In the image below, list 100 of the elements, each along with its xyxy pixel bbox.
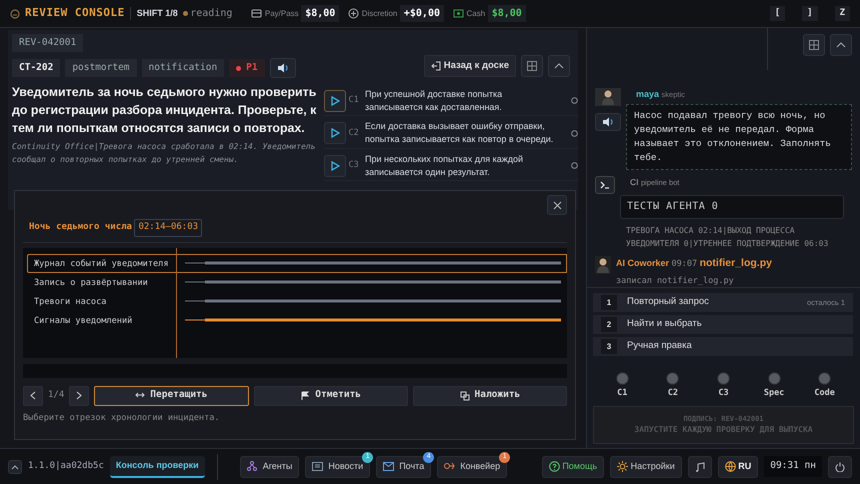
power-icon — [835, 462, 845, 472]
light-label: Code — [814, 387, 835, 400]
tool-button[interactable]: Наложить — [412, 386, 568, 406]
music-button[interactable] — [688, 456, 712, 478]
app-title: REVIEW CONSOLE — [25, 5, 125, 22]
author-name: AI Coworker — [616, 256, 670, 270]
chevron-right-icon — [76, 391, 82, 400]
play-icon — [330, 160, 340, 170]
check-text: При успешной доставке попытка записывается как доставленная. — [365, 88, 504, 114]
pipeline-icon — [444, 461, 456, 472]
key-hint[interactable]: Z — [834, 6, 850, 22]
tag: postmortem — [65, 59, 137, 78]
test-log: ТРЕВОГА НАСОСА 02:14|ВЫХОД ПРОЦЕССА УВЕДОМИТЕЛЯ 0|УТРЕННЕЕ ПОДТВЕРЖДЕНИЕ 06:03 — [625, 224, 830, 250]
light-label: C2 — [668, 387, 678, 400]
shift-label: SHIFT 1/8 — [130, 6, 178, 20]
status-text: reading — [190, 7, 232, 21]
clock-text: 09:31 пн — [764, 456, 822, 477]
speaker-icon — [276, 63, 289, 74]
author-name: CI — [630, 176, 638, 189]
message-bubble: Насос подавал тревогу всю ночь, но уведомитель её не передал. Форма называет это отклонением. Заполнять тебе. — [626, 104, 852, 170]
chevron-up-icon — [554, 63, 564, 69]
close-button[interactable] — [547, 195, 567, 215]
tag: notification — [142, 59, 224, 78]
layers-icon — [460, 390, 470, 400]
stat-value: $8,00 — [488, 5, 526, 22]
light-label: C1 — [617, 387, 628, 400]
file-link[interactable]: notifier_log.py — [700, 256, 772, 272]
back-button[interactable]: Назад к доске — [424, 55, 516, 77]
settings-button[interactable]: Настройки — [610, 456, 682, 478]
key-hint[interactable]: ] — [802, 6, 818, 22]
avatar-icon — [595, 256, 611, 274]
check-id: C3 — [348, 159, 360, 172]
chevron-up-icon — [11, 464, 19, 470]
page-indicator: 1/4 — [48, 388, 64, 402]
chevron-left-icon — [30, 391, 36, 400]
banknote-icon — [453, 8, 464, 19]
speaker-button[interactable] — [270, 58, 296, 78]
stat-label: Pay/Pass — [264, 8, 299, 20]
author-name: maya — [636, 88, 660, 101]
mail-icon — [383, 461, 394, 472]
next-button[interactable] — [69, 386, 90, 406]
app-button[interactable]: Агенты — [240, 456, 300, 478]
grid-icon — [527, 61, 537, 71]
check-text: Если доставка вызывает ошибку отправки, попытка записывается как повтор в очереди. — [365, 120, 554, 146]
action-number: 3 — [601, 339, 617, 354]
stat-value: +$0,00 — [400, 5, 444, 22]
track-label[interactable]: Тревоги насоса — [27, 292, 176, 310]
hint-text: Выберите отрезок хронологии инцидента. — [23, 412, 221, 424]
modal-title: Ночь седьмого числа — [29, 221, 132, 234]
language-button[interactable]: RU — [718, 456, 758, 478]
play-button[interactable] — [324, 154, 346, 176]
question-text: Уведомитель за ночь седьмого нужно проверить до регистрации разбора инцидента. Проверьте, к тем ли попыткам относятся записи о повторах. — [12, 84, 318, 138]
track-label[interactable]: Журнал событий уведомителя — [27, 254, 176, 272]
logo-icon — [10, 8, 20, 18]
wallet-icon — [251, 8, 262, 19]
stat-label: Discretion — [362, 8, 398, 20]
globe-icon — [724, 461, 736, 472]
help-icon — [548, 461, 560, 472]
play-button[interactable] — [324, 122, 346, 144]
prev-button[interactable] — [23, 386, 43, 406]
exit-icon — [431, 61, 442, 71]
flag-icon — [300, 390, 310, 400]
music-icon — [694, 462, 705, 472]
ticket-id: REV-042001 — [12, 34, 84, 52]
light-label: Spec — [764, 387, 784, 400]
close-icon — [552, 200, 562, 210]
priority-tag: P1 — [229, 59, 265, 78]
action-button[interactable]: 2 Найти и выбрать — [593, 315, 853, 334]
tool-button[interactable]: Перетащить — [94, 386, 249, 406]
status-dot — [182, 11, 188, 16]
collapse-button[interactable] — [830, 34, 852, 56]
message-time: 09:07 — [672, 258, 698, 270]
grid-button[interactable] — [521, 55, 543, 77]
play-icon — [330, 96, 340, 106]
tool-button[interactable]: Отметить — [254, 386, 408, 406]
expand-button[interactable] — [8, 460, 22, 474]
track-label[interactable]: Запись о развёртывании — [27, 272, 176, 292]
collapse-button[interactable] — [548, 55, 570, 77]
stat-value: $8,00 — [301, 5, 340, 22]
release-text: ЗАПУСТИТЕ КАЖДУЮ ПРОВЕРКУ ДЛЯ ВЫПУСКА — [634, 424, 813, 436]
stat-label: Cash — [466, 8, 486, 20]
action-button[interactable]: 3 Ручная правка — [593, 337, 853, 356]
light-label: C3 — [718, 387, 729, 400]
check-id: C2 — [348, 126, 360, 140]
settings-icon — [617, 461, 628, 472]
console-tab[interactable]: Консоль проверки — [110, 456, 205, 478]
chevron-up-icon — [836, 42, 846, 48]
key-hint[interactable]: [ — [770, 6, 786, 22]
power-button[interactable] — [828, 456, 852, 478]
time-range: 02:14–06:03 — [134, 219, 202, 236]
help-button[interactable]: Помощь — [542, 456, 604, 478]
speaker-button[interactable] — [595, 112, 621, 130]
priority-dot — [236, 66, 242, 71]
network-icon — [246, 461, 258, 472]
avatar-icon — [595, 88, 621, 106]
track-label[interactable]: Сигналы уведомлений — [27, 310, 176, 330]
message-text: записал notifier_log.py — [616, 274, 735, 287]
play-button[interactable] — [324, 90, 346, 112]
test-result-box: ТЕСТЫ АГЕНТА 0 — [620, 194, 844, 219]
grid-button[interactable] — [803, 34, 825, 56]
